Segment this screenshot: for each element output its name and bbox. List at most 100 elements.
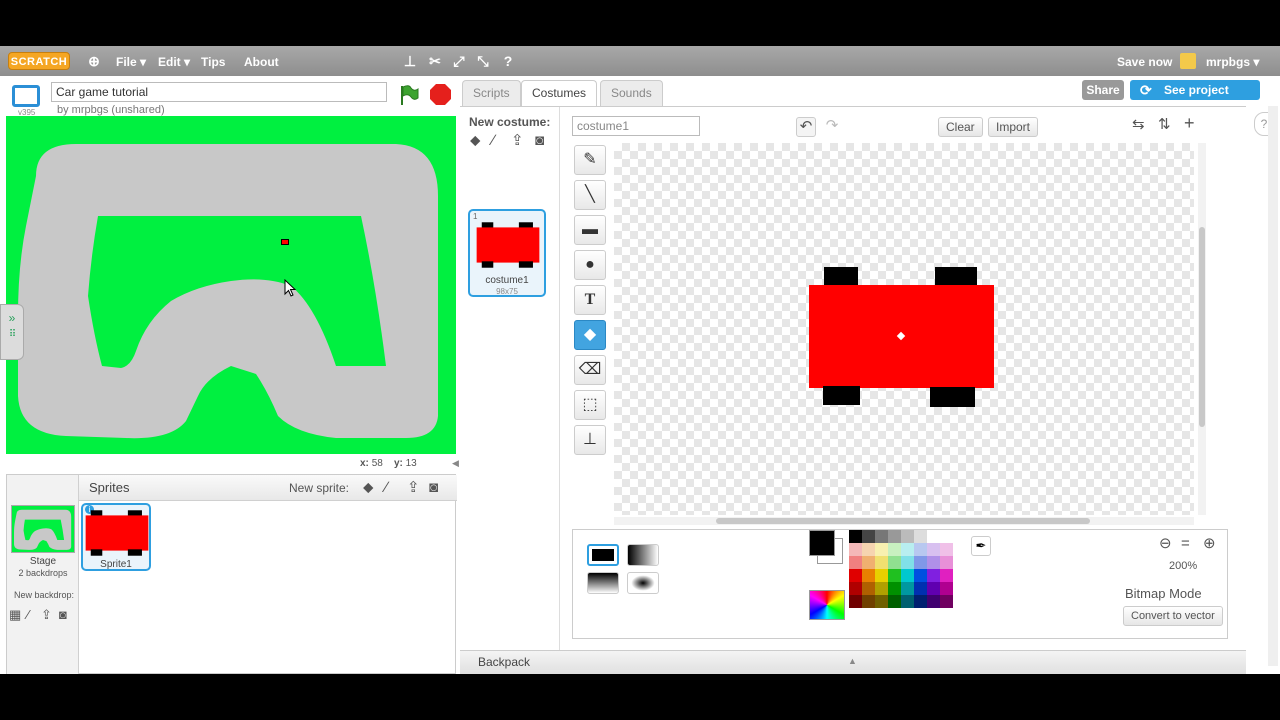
backdrop-upload-icon[interactable]: ⇪: [41, 607, 52, 623]
palette-swatch[interactable]: [849, 543, 862, 556]
redo-icon[interactable]: ↷: [822, 117, 842, 137]
palette-swatch[interactable]: [888, 530, 901, 543]
brush-tool-icon[interactable]: ✎: [574, 145, 606, 175]
tab-sounds[interactable]: Sounds: [600, 80, 663, 106]
palette-swatch[interactable]: [927, 569, 940, 582]
menu-file[interactable]: File ▾: [116, 55, 146, 69]
menu-tips[interactable]: Tips: [201, 55, 225, 69]
palette-swatch[interactable]: [940, 543, 953, 556]
backpack-expand-arrow-icon[interactable]: ▲: [848, 656, 857, 666]
fill-vertical-gradient-option[interactable]: [587, 572, 619, 594]
palette-swatch[interactable]: [927, 530, 940, 543]
stage-thumbnail[interactable]: [11, 505, 75, 553]
tab-costumes[interactable]: Costumes: [521, 80, 598, 108]
palette-swatch[interactable]: [940, 595, 953, 608]
save-now-link[interactable]: Save now: [1117, 55, 1172, 69]
palette-swatch[interactable]: [901, 530, 914, 543]
costume-upload-icon[interactable]: ⇪: [511, 133, 524, 149]
project-title-input[interactable]: [51, 82, 387, 102]
palette-swatch[interactable]: [849, 530, 862, 543]
flip-horizontal-icon[interactable]: ⇆: [1132, 117, 1145, 133]
fullscreen-icon[interactable]: [12, 85, 40, 107]
palette-swatch[interactable]: [875, 582, 888, 595]
vertical-scroll-thumb[interactable]: [1199, 227, 1205, 427]
color-picker-spectrum[interactable]: [809, 590, 845, 620]
cut-icon[interactable]: ✂: [427, 53, 443, 69]
palette-swatch[interactable]: [940, 556, 953, 569]
zoom-reset-icon[interactable]: =: [1181, 536, 1190, 552]
palette-swatch[interactable]: [849, 556, 862, 569]
primary-color-swatch[interactable]: [809, 530, 835, 556]
shrink-icon[interactable]: ⤡: [475, 53, 491, 69]
stop-icon[interactable]: [430, 84, 451, 105]
flip-vertical-icon[interactable]: ⇅: [1158, 117, 1171, 133]
fill-radial-gradient-option[interactable]: [627, 572, 659, 594]
palette-swatch[interactable]: [901, 582, 914, 595]
costume-library-icon[interactable]: ⬥: [470, 133, 481, 149]
eraser-tool-icon[interactable]: ⌫: [574, 355, 606, 385]
costume-name-input[interactable]: [572, 116, 700, 136]
collapse-stage-arrow-icon[interactable]: ◀: [452, 458, 459, 469]
page-scrollbar[interactable]: [1268, 106, 1278, 666]
user-folder-icon[interactable]: [1180, 53, 1196, 69]
palette-swatch[interactable]: [901, 569, 914, 582]
scratch-logo[interactable]: SCRATCH: [8, 52, 70, 70]
zoom-out-icon[interactable]: ⊖: [1159, 536, 1172, 552]
palette-swatch[interactable]: [914, 569, 927, 582]
palette-swatch[interactable]: [888, 569, 901, 582]
line-tool-icon[interactable]: ╲: [574, 180, 606, 210]
sprite-tile-selected[interactable]: i Sprite1: [81, 503, 151, 571]
palette-swatch[interactable]: [914, 543, 927, 556]
palette-swatch[interactable]: [927, 543, 940, 556]
palette-swatch[interactable]: [901, 556, 914, 569]
palette-swatch[interactable]: [849, 569, 862, 582]
sprite-paint-icon[interactable]: ∕: [385, 480, 388, 496]
backdrop-camera-icon[interactable]: ◙: [59, 607, 67, 623]
palette-swatch[interactable]: [849, 582, 862, 595]
horizontal-scroll-thumb[interactable]: [716, 518, 1090, 524]
sprite-upload-icon[interactable]: ⇪: [407, 480, 420, 496]
green-flag-icon[interactable]: [398, 84, 420, 106]
select-tool-icon[interactable]: ⬚: [574, 390, 606, 420]
eyedropper-icon[interactable]: ✒: [971, 536, 991, 556]
palette-swatch[interactable]: [914, 530, 927, 543]
palette-swatch[interactable]: [888, 556, 901, 569]
see-project-page-button[interactable]: ⟳ See project page: [1130, 80, 1260, 117]
palette-swatch[interactable]: [914, 556, 927, 569]
user-menu[interactable]: mrpbgs ▾: [1206, 55, 1259, 69]
palette-swatch[interactable]: [914, 595, 927, 608]
palette-swatch[interactable]: [927, 595, 940, 608]
palette-swatch[interactable]: [862, 556, 875, 569]
text-tool-icon[interactable]: T: [574, 285, 606, 315]
palette-swatch[interactable]: [901, 595, 914, 608]
costume-paint-icon[interactable]: ∕: [492, 133, 495, 149]
rectangle-tool-icon[interactable]: ▬: [574, 215, 606, 245]
zoom-in-icon[interactable]: ⊕: [1203, 536, 1216, 552]
drawing-canvas[interactable]: [614, 143, 1194, 515]
extension-toggle[interactable]: » ⠿: [0, 304, 24, 360]
palette-swatch[interactable]: [875, 556, 888, 569]
color-palette[interactable]: [849, 530, 959, 628]
palette-swatch[interactable]: [862, 543, 875, 556]
menu-edit[interactable]: Edit ▾: [158, 55, 190, 69]
palette-swatch[interactable]: [888, 582, 901, 595]
help-icon[interactable]: ?: [500, 53, 516, 69]
share-button[interactable]: Share: [1082, 80, 1124, 100]
palette-swatch[interactable]: [875, 569, 888, 582]
palette-swatch[interactable]: [862, 569, 875, 582]
fill-icon[interactable]: ◆: [574, 320, 606, 350]
convert-to-vector-button[interactable]: Convert to vector: [1123, 606, 1223, 626]
palette-swatch[interactable]: [901, 543, 914, 556]
fill-horizontal-gradient-option[interactable]: [627, 544, 659, 566]
palette-swatch[interactable]: [940, 582, 953, 595]
costume-tile-selected[interactable]: 1 costume1 98x75: [468, 209, 546, 297]
palette-swatch[interactable]: [849, 595, 862, 608]
sprite-camera-icon[interactable]: ◙: [429, 480, 438, 496]
tab-scripts[interactable]: Scripts: [462, 80, 521, 106]
palette-swatch[interactable]: [888, 595, 901, 608]
set-costume-center-icon[interactable]: +: [1184, 114, 1195, 132]
language-globe-icon[interactable]: ⊕: [86, 53, 102, 69]
fill-solid-option[interactable]: [587, 544, 619, 566]
car-sprite[interactable]: [281, 239, 289, 245]
palette-swatch[interactable]: [888, 543, 901, 556]
